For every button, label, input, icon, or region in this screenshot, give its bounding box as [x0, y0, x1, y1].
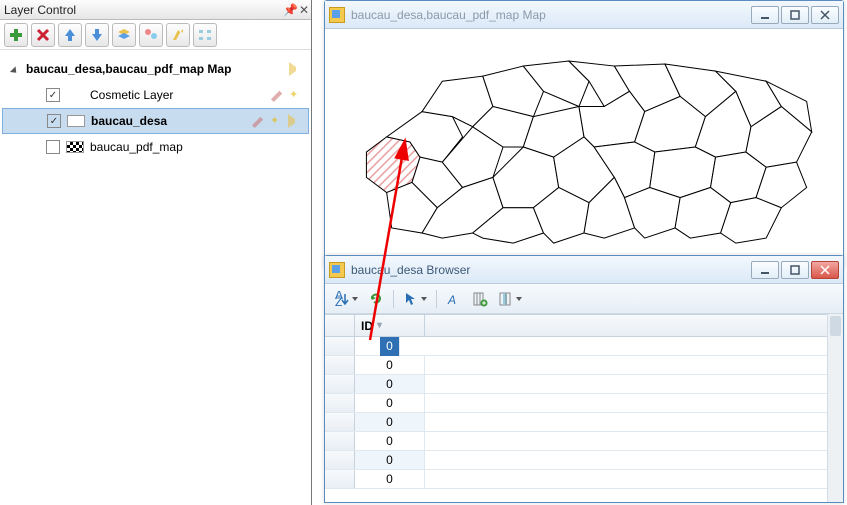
maximize-button[interactable] [781, 261, 809, 279]
edit-icon[interactable] [271, 88, 285, 102]
browser-toolbar: AZ A [325, 284, 843, 314]
expander-icon[interactable] [12, 64, 22, 74]
layer-control-title: Layer Control [4, 3, 283, 17]
scrollbar-thumb[interactable] [830, 316, 841, 336]
grid-body: 0 0 0 0 0 0 0 0 [325, 337, 827, 489]
layer-control-panel: Layer Control 📌 ✕ baucau_desa,baucau_pdf… [0, 0, 312, 505]
browser-window: baucau_desa Browser AZ A ID ▾ 0 [324, 255, 844, 503]
visibility-checkbox[interactable] [46, 88, 60, 102]
cell[interactable]: 0 [355, 413, 425, 431]
close-button[interactable] [811, 261, 839, 279]
cell[interactable]: 0 [355, 451, 425, 469]
row-header[interactable] [325, 470, 355, 488]
layer-tree: baucau_desa,baucau_pdf_map Map Cosmetic … [0, 50, 311, 166]
visibility-checkbox[interactable] [47, 114, 61, 128]
minimize-button[interactable] [751, 6, 779, 24]
map-canvas[interactable] [331, 33, 837, 261]
style-swatch[interactable] [67, 115, 85, 127]
browser-window-title: baucau_desa Browser [351, 263, 751, 277]
layer-row-cosmetic[interactable]: Cosmetic Layer ✦ [2, 82, 309, 108]
row-header[interactable] [325, 451, 355, 469]
chevron-down-icon [421, 297, 427, 301]
table-row[interactable]: 0 [325, 356, 827, 375]
edit-icon[interactable] [252, 114, 266, 128]
row-header[interactable] [325, 432, 355, 450]
move-up-button[interactable] [58, 23, 82, 47]
layer-style-button[interactable] [139, 23, 163, 47]
root-label: baucau_desa,baucau_pdf_map Map [26, 62, 289, 76]
browser-window-titlebar[interactable]: baucau_desa Browser [325, 256, 843, 284]
row-header[interactable] [325, 337, 355, 355]
minimize-button[interactable] [751, 261, 779, 279]
cell[interactable]: 0 [355, 394, 425, 412]
map-window: baucau_desa,baucau_pdf_map Map [324, 0, 844, 268]
move-down-button[interactable] [85, 23, 109, 47]
add-column-button[interactable] [469, 288, 491, 310]
pick-columns-button[interactable] [495, 288, 525, 310]
chevron-down-icon [352, 297, 358, 301]
style-swatch[interactable] [66, 141, 84, 153]
data-grid: ID ▾ 0 0 0 0 0 0 0 0 [325, 314, 827, 502]
table-row[interactable]: 0 [325, 470, 827, 489]
row-header-corner[interactable] [325, 315, 355, 336]
layer-misc-button[interactable] [193, 23, 217, 47]
chevron-down-icon [516, 297, 522, 301]
layer-hotlink-button[interactable] [166, 23, 190, 47]
maximize-button[interactable] [781, 6, 809, 24]
row-header[interactable] [325, 394, 355, 412]
svg-text:A: A [447, 293, 456, 307]
cell[interactable]: 0 [355, 356, 425, 374]
grid-header: ID ▾ [325, 315, 827, 337]
row-header[interactable] [325, 413, 355, 431]
close-icon[interactable]: ✕ [297, 3, 311, 17]
layer-tree-root[interactable]: baucau_desa,baucau_pdf_map Map [2, 56, 309, 82]
select-tool-button[interactable] [400, 288, 430, 310]
cell[interactable]: 0 [355, 470, 425, 488]
layer-stack-button[interactable] [112, 23, 136, 47]
sort-button[interactable]: AZ [331, 288, 361, 310]
table-row[interactable]: 0 [325, 375, 827, 394]
column-header-label: ID [361, 319, 373, 333]
refresh-button[interactable] [365, 288, 387, 310]
layer-control-toolbar [0, 20, 311, 50]
layer-row-baucau-desa[interactable]: baucau_desa ✦ [2, 108, 309, 134]
layer-control-header: Layer Control 📌 ✕ [0, 0, 311, 20]
svg-text:Z: Z [335, 295, 342, 307]
map-window-titlebar[interactable]: baucau_desa,baucau_pdf_map Map [325, 1, 843, 29]
remove-layer-button[interactable] [31, 23, 55, 47]
cell[interactable]: 0 [355, 432, 425, 450]
layer-label: baucau_pdf_map [90, 140, 309, 154]
row-header[interactable] [325, 375, 355, 393]
map-polygons [331, 33, 837, 261]
label-icon[interactable]: ✦ [289, 88, 303, 102]
font-button[interactable]: A [443, 288, 465, 310]
layer-label: baucau_desa [91, 114, 252, 128]
column-header-id[interactable]: ID ▾ [355, 315, 425, 336]
table-row[interactable]: 0 [325, 394, 827, 413]
pin-icon[interactable]: 📌 [283, 3, 297, 17]
map-window-title: baucau_desa,baucau_pdf_map Map [351, 8, 751, 22]
tag-icon[interactable] [288, 114, 302, 128]
filter-icon[interactable]: ▾ [377, 320, 382, 331]
vertical-scrollbar[interactable] [827, 314, 843, 502]
layer-row-baucau-pdf-map[interactable]: baucau_pdf_map [2, 134, 309, 160]
map-window-icon [329, 7, 345, 23]
close-button[interactable] [811, 6, 839, 24]
layer-label: Cosmetic Layer [90, 88, 271, 102]
table-row[interactable]: 0 [325, 432, 827, 451]
label-icon[interactable]: ✦ [270, 114, 284, 128]
tag-icon [289, 62, 303, 76]
visibility-checkbox[interactable] [46, 140, 60, 154]
browser-window-icon [329, 262, 345, 278]
table-row[interactable]: 0 [325, 451, 827, 470]
cell[interactable]: 0 [355, 375, 425, 393]
table-row[interactable]: 0 [325, 413, 827, 432]
row-header[interactable] [325, 356, 355, 374]
cell-selected[interactable]: 0 [380, 337, 400, 356]
table-row[interactable]: 0 [325, 337, 827, 356]
add-layer-button[interactable] [4, 23, 28, 47]
